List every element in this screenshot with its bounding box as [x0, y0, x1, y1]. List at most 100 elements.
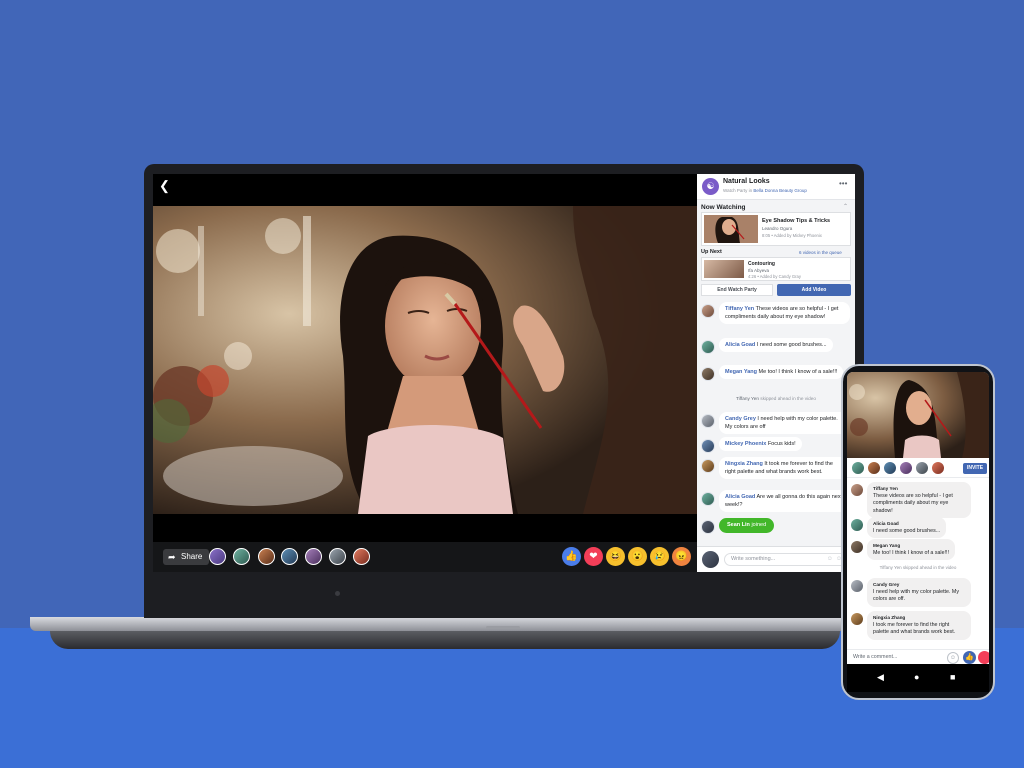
- sender-name[interactable]: Megan Yang: [873, 542, 949, 550]
- sender-name[interactable]: Candy Grey: [725, 416, 756, 422]
- chat-bubble: Ningxia Zhang It took me forever to find…: [719, 457, 850, 479]
- now-watching-thumbnail: [704, 215, 758, 243]
- message-text: Focus kids!: [767, 441, 796, 447]
- home-nav-icon[interactable]: ●: [914, 672, 919, 682]
- avatar[interactable]: [851, 613, 863, 625]
- message-text: I need some good brushes...: [756, 342, 827, 348]
- love-reaction-icon[interactable]: ❤: [584, 547, 603, 566]
- viewer-avatar[interactable]: [281, 548, 298, 565]
- viewer-avatar[interactable]: [915, 461, 929, 475]
- like-reaction-icon[interactable]: 👍: [963, 651, 976, 664]
- sender-name[interactable]: Tiffany Yen: [873, 485, 965, 493]
- sender-name[interactable]: Alicia Goad: [725, 494, 755, 500]
- avatar[interactable]: [851, 580, 863, 592]
- sticker-icon[interactable]: ☺: [947, 652, 959, 664]
- avatar[interactable]: [701, 520, 715, 534]
- sender-name[interactable]: Tiffany Yen: [725, 306, 754, 312]
- sender-name[interactable]: Alicia Goad: [725, 342, 755, 348]
- share-button[interactable]: ➦ Share: [163, 549, 210, 565]
- up-next-thumbnail: [704, 260, 744, 278]
- sender-name[interactable]: Megan Yang: [725, 369, 757, 375]
- viewer-avatar[interactable]: [899, 461, 913, 475]
- chat-bubble: Candy Grey I need help with my color pal…: [719, 412, 850, 434]
- avatar[interactable]: [851, 519, 863, 531]
- sad-reaction-icon[interactable]: 😢: [650, 547, 669, 566]
- chat-bubble: Megan Yang Me too! I think I know of a sa…: [867, 539, 955, 560]
- recents-nav-icon[interactable]: ■: [950, 672, 955, 682]
- group-name[interactable]: Natural Looks: [723, 178, 770, 185]
- viewer-avatar[interactable]: [867, 461, 881, 475]
- sender-name[interactable]: Alicia Goad: [873, 520, 940, 528]
- message-text: Me too! I think I know of a sale!!!: [758, 369, 838, 375]
- avatar[interactable]: [851, 541, 863, 553]
- video-frame[interactable]: [153, 206, 697, 514]
- laptop-camera: [335, 591, 340, 596]
- phone-video-still: [847, 372, 989, 458]
- now-watching-card[interactable]: Eye Shadow Tips & Tricks Leandro Ogura 8…: [701, 212, 851, 246]
- message-text: I need some good brushes...: [873, 527, 941, 534]
- comment-input[interactable]: Write something... ☺☺: [724, 553, 850, 566]
- viewer-avatar[interactable]: [353, 548, 370, 565]
- wow-reaction-icon[interactable]: 😮: [628, 547, 647, 566]
- viewer-avatar[interactable]: [233, 548, 250, 565]
- video-player[interactable]: ❮ ➦ Share 👍 ❤ 😆 😮 😢 😠: [153, 174, 697, 572]
- group-link[interactable]: Bella Donna Beauty Group: [753, 188, 807, 193]
- viewer-avatar[interactable]: [209, 548, 226, 565]
- avatar[interactable]: [851, 484, 863, 496]
- comment-placeholder: Write something...: [731, 556, 776, 562]
- phone-screen: INVITE Tiffany Yen These videos are so he…: [847, 372, 989, 664]
- group-avatar[interactable]: ☯: [702, 178, 719, 195]
- chat-bubble: Candy Grey I need help with my color pale…: [867, 578, 971, 607]
- chevron-up-icon[interactable]: ⌃: [843, 203, 848, 210]
- viewer-avatar[interactable]: [931, 461, 945, 475]
- avatar[interactable]: [701, 492, 715, 506]
- love-reaction-icon[interactable]: [978, 651, 989, 664]
- chat-bubble: Tiffany Yen These videos are so helpful …: [719, 302, 850, 324]
- up-next-card[interactable]: Contouring Ifa Abyeva 4:26 • Added by Ca…: [701, 257, 851, 281]
- now-watching-title[interactable]: Eye Shadow Tips & Tricks: [762, 218, 830, 224]
- angry-reaction-icon[interactable]: 😠: [672, 547, 691, 566]
- viewer-avatar[interactable]: [329, 548, 346, 565]
- end-watch-party-button[interactable]: End Watch Party: [701, 284, 773, 296]
- haha-reaction-icon[interactable]: 😆: [606, 547, 625, 566]
- chevron-left-icon[interactable]: ❮: [159, 179, 173, 193]
- thumbnail-image: [704, 215, 758, 243]
- laptop-screen: ❮ ➦ Share 👍 ❤ 😆 😮 😢 😠 ☯ Natural Looks Wa…: [153, 174, 855, 572]
- group-subtitle: Watch Party in Bella Donna Beauty Group: [723, 188, 807, 193]
- more-options-icon[interactable]: •••: [839, 179, 847, 188]
- like-reaction-icon[interactable]: 👍: [562, 547, 581, 566]
- phone-video-player[interactable]: [847, 372, 989, 458]
- viewer-avatar[interactable]: [851, 461, 865, 475]
- avatar[interactable]: [701, 304, 715, 318]
- now-watching-meta: 8:05 • Added by Mickey Phoenix: [762, 233, 822, 238]
- viewer-avatar[interactable]: [883, 461, 897, 475]
- avatar[interactable]: [701, 459, 715, 473]
- sender-name[interactable]: Candy Grey: [873, 581, 965, 589]
- laptop-base-shadow: [50, 631, 840, 649]
- avatar[interactable]: [701, 439, 715, 453]
- viewer-avatar[interactable]: [258, 548, 275, 565]
- sender-name[interactable]: Mickey Phoenix: [725, 441, 766, 447]
- add-video-button[interactable]: Add Video: [777, 284, 851, 296]
- sender-name[interactable]: Ningxia Zhang: [725, 461, 763, 467]
- joined-name[interactable]: Sean Lin: [727, 522, 750, 528]
- sender-name[interactable]: Ningxia Zhang: [873, 614, 965, 622]
- chat-bubble: Ningxia Zhang I took me forever to find t…: [867, 611, 971, 640]
- avatar[interactable]: [701, 367, 715, 381]
- avatar[interactable]: [701, 414, 715, 428]
- invite-button[interactable]: INVITE: [963, 463, 987, 474]
- viewer-avatar[interactable]: [305, 548, 322, 565]
- phone-device: INVITE Tiffany Yen These videos are so he…: [841, 364, 995, 700]
- share-icon: ➦: [168, 552, 176, 562]
- system-text: skipped ahead in the video: [902, 565, 957, 570]
- message-text: Me too! I think I know of a sale!!!: [873, 549, 949, 556]
- my-avatar: [702, 551, 719, 568]
- laptop-notch: [486, 626, 520, 629]
- group-sub-prefix: Watch Party in: [723, 188, 753, 193]
- queue-count-link[interactable]: 6 videos in the queue: [799, 250, 842, 255]
- message-text: These videos are so helpful - I get comp…: [873, 492, 953, 514]
- back-nav-icon[interactable]: ◀: [877, 672, 884, 682]
- comment-input[interactable]: Write a comment...: [853, 654, 897, 660]
- avatar[interactable]: [701, 340, 715, 354]
- up-next-title[interactable]: Contouring: [748, 261, 775, 267]
